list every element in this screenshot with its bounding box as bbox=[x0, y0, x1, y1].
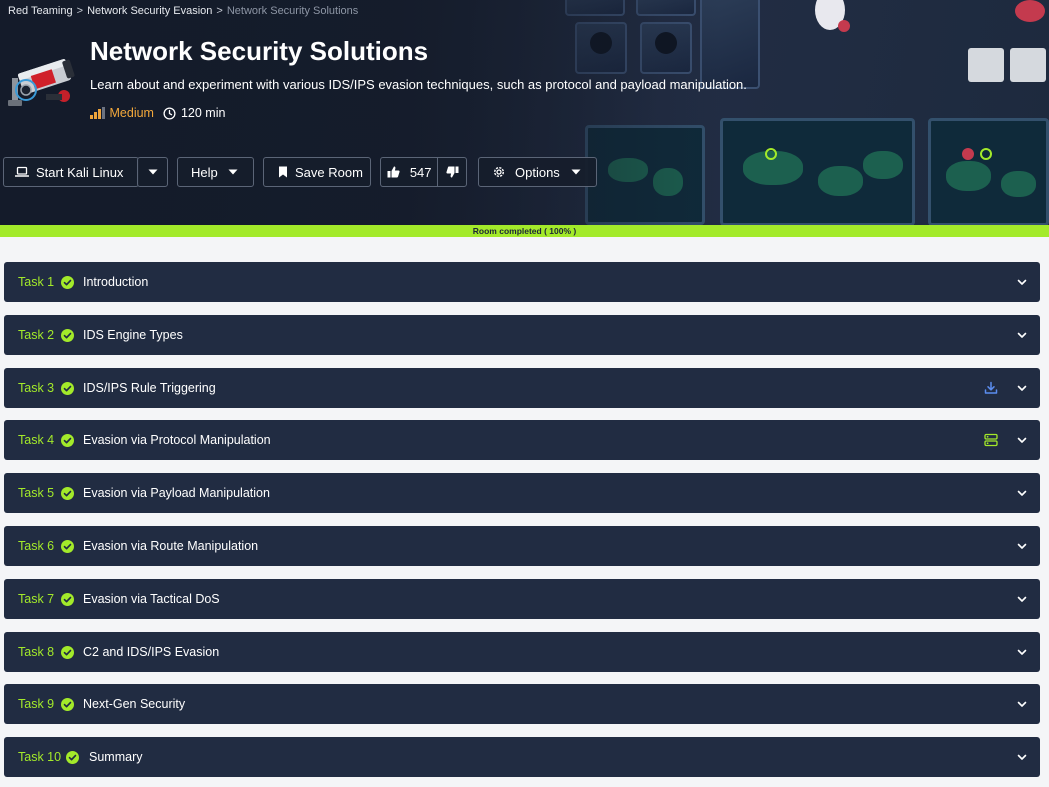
check-circle-icon bbox=[61, 381, 74, 395]
task-title: Summary bbox=[89, 750, 143, 764]
upvote-count: 547 bbox=[409, 164, 432, 180]
task-row[interactable]: Task 7 Evasion via Tactical DoS bbox=[4, 579, 1040, 619]
task-row[interactable]: Task 8 C2 and IDS/IPS Evasion bbox=[4, 632, 1040, 672]
caret-down-icon bbox=[571, 169, 581, 175]
chevron-down-icon[interactable] bbox=[1016, 698, 1028, 710]
bookmark-icon bbox=[279, 166, 287, 178]
task-row[interactable]: Task 9 Next-Gen Security bbox=[4, 684, 1040, 724]
task-title: IDS Engine Types bbox=[83, 328, 183, 342]
breadcrumb-current: Network Security Solutions bbox=[226, 5, 359, 17]
chevron-down-icon[interactable] bbox=[1016, 487, 1028, 499]
task-title: Evasion via Payload Manipulation bbox=[83, 486, 270, 500]
progress-label: Room completed ( 100% ) bbox=[472, 226, 577, 236]
breadcrumb-item-red-teaming[interactable]: Red Teaming bbox=[8, 5, 73, 17]
task-row[interactable]: Task 6 Evasion via Route Manipulation bbox=[4, 526, 1040, 566]
room-description: Learn about and experiment with various … bbox=[90, 77, 747, 92]
difficulty-bars-icon bbox=[90, 107, 105, 119]
task-title: C2 and IDS/IPS Evasion bbox=[83, 645, 220, 659]
task-row[interactable]: Task 2 IDS Engine Types bbox=[4, 315, 1040, 355]
task-title: IDS/IPS Rule Triggering bbox=[83, 381, 216, 395]
task-number: Task 6 bbox=[18, 539, 55, 553]
task-number: Task 2 bbox=[18, 328, 55, 342]
breadcrumb-separator: > bbox=[216, 5, 223, 17]
check-circle-icon bbox=[66, 750, 79, 764]
thumbs-down-icon bbox=[446, 166, 459, 178]
check-circle-icon bbox=[61, 539, 74, 553]
check-circle-icon bbox=[61, 275, 74, 289]
options-label: Options bbox=[515, 164, 560, 180]
chevron-down-icon[interactable] bbox=[1016, 751, 1028, 763]
task-title: Evasion via Route Manipulation bbox=[83, 539, 259, 553]
download-icon[interactable] bbox=[984, 381, 998, 395]
start-kali-label: Start Kali Linux bbox=[36, 164, 124, 180]
help-button[interactable]: Help bbox=[177, 157, 254, 187]
task-title: Evasion via Protocol Manipulation bbox=[83, 433, 271, 447]
breadcrumb-item-network-security-evasion[interactable]: Network Security Evasion bbox=[87, 5, 212, 17]
chevron-down-icon[interactable] bbox=[1016, 434, 1028, 446]
check-circle-icon bbox=[61, 697, 74, 711]
chevron-down-icon[interactable] bbox=[1016, 646, 1028, 658]
task-title: Next-Gen Security bbox=[83, 697, 186, 711]
task-number: Task 8 bbox=[18, 645, 55, 659]
room-progress-bar: Room completed ( 100% ) bbox=[0, 225, 1049, 237]
downvote-button[interactable] bbox=[438, 158, 466, 186]
chevron-down-icon[interactable] bbox=[1016, 276, 1028, 288]
caret-down-icon bbox=[228, 169, 238, 175]
save-room-label: Save Room bbox=[295, 164, 363, 180]
laptop-icon bbox=[15, 166, 29, 177]
start-kali-button[interactable]: Start Kali Linux bbox=[3, 157, 139, 187]
check-circle-icon bbox=[61, 486, 74, 500]
difficulty-label: Medium bbox=[109, 106, 154, 120]
options-button[interactable]: Options bbox=[478, 157, 597, 187]
task-number: Task 7 bbox=[18, 592, 55, 606]
task-number: Task 1 bbox=[18, 275, 55, 289]
task-row[interactable]: Task 10 Summary bbox=[4, 737, 1040, 777]
task-number: Task 9 bbox=[18, 697, 55, 711]
check-circle-icon bbox=[61, 592, 74, 606]
vote-group: 547 bbox=[380, 157, 467, 187]
server-icon[interactable] bbox=[984, 433, 998, 447]
caret-down-icon bbox=[148, 169, 157, 175]
check-circle-icon bbox=[61, 645, 74, 659]
room-title: Network Security Solutions bbox=[90, 36, 429, 66]
help-label: Help bbox=[191, 164, 218, 180]
thumbs-up-icon bbox=[387, 166, 400, 178]
chevron-down-icon[interactable] bbox=[1016, 540, 1028, 552]
task-row[interactable]: Task 3 IDS/IPS Rule Triggering bbox=[4, 368, 1040, 408]
task-number: Task 5 bbox=[18, 486, 55, 500]
task-row[interactable]: Task 5 Evasion via Payload Manipulation bbox=[4, 473, 1040, 513]
check-circle-icon bbox=[61, 328, 74, 342]
room-meta: Medium 120 min bbox=[90, 106, 225, 120]
task-number: Task 3 bbox=[18, 381, 55, 395]
task-title: Evasion via Tactical DoS bbox=[83, 592, 220, 606]
room-header: Red Teaming > Network Security Evasion > Net… bbox=[0, 0, 1049, 226]
save-room-button[interactable]: Save Room bbox=[263, 157, 371, 187]
task-number: Task 4 bbox=[18, 433, 55, 447]
task-row[interactable]: Task 4 Evasion via Protocol Manipulation bbox=[4, 420, 1040, 460]
security-camera-icon bbox=[6, 50, 78, 110]
breadcrumb: Red Teaming > Network Security Evasion > Net… bbox=[8, 5, 358, 17]
task-row[interactable]: Task 1 Introduction bbox=[4, 262, 1040, 302]
chevron-down-icon[interactable] bbox=[1016, 593, 1028, 605]
check-circle-icon bbox=[61, 433, 74, 447]
duration-label: 120 min bbox=[180, 106, 226, 120]
chevron-down-icon[interactable] bbox=[1016, 329, 1028, 341]
task-number: Task 10 bbox=[18, 750, 62, 764]
task-title: Introduction bbox=[83, 275, 149, 289]
chevron-down-icon[interactable] bbox=[1016, 382, 1028, 394]
breadcrumb-separator: > bbox=[76, 5, 84, 17]
clock-icon bbox=[163, 106, 176, 120]
gear-icon bbox=[493, 166, 505, 178]
start-kali-dropdown-button[interactable] bbox=[137, 157, 168, 187]
upvote-button[interactable]: 547 bbox=[381, 158, 439, 186]
